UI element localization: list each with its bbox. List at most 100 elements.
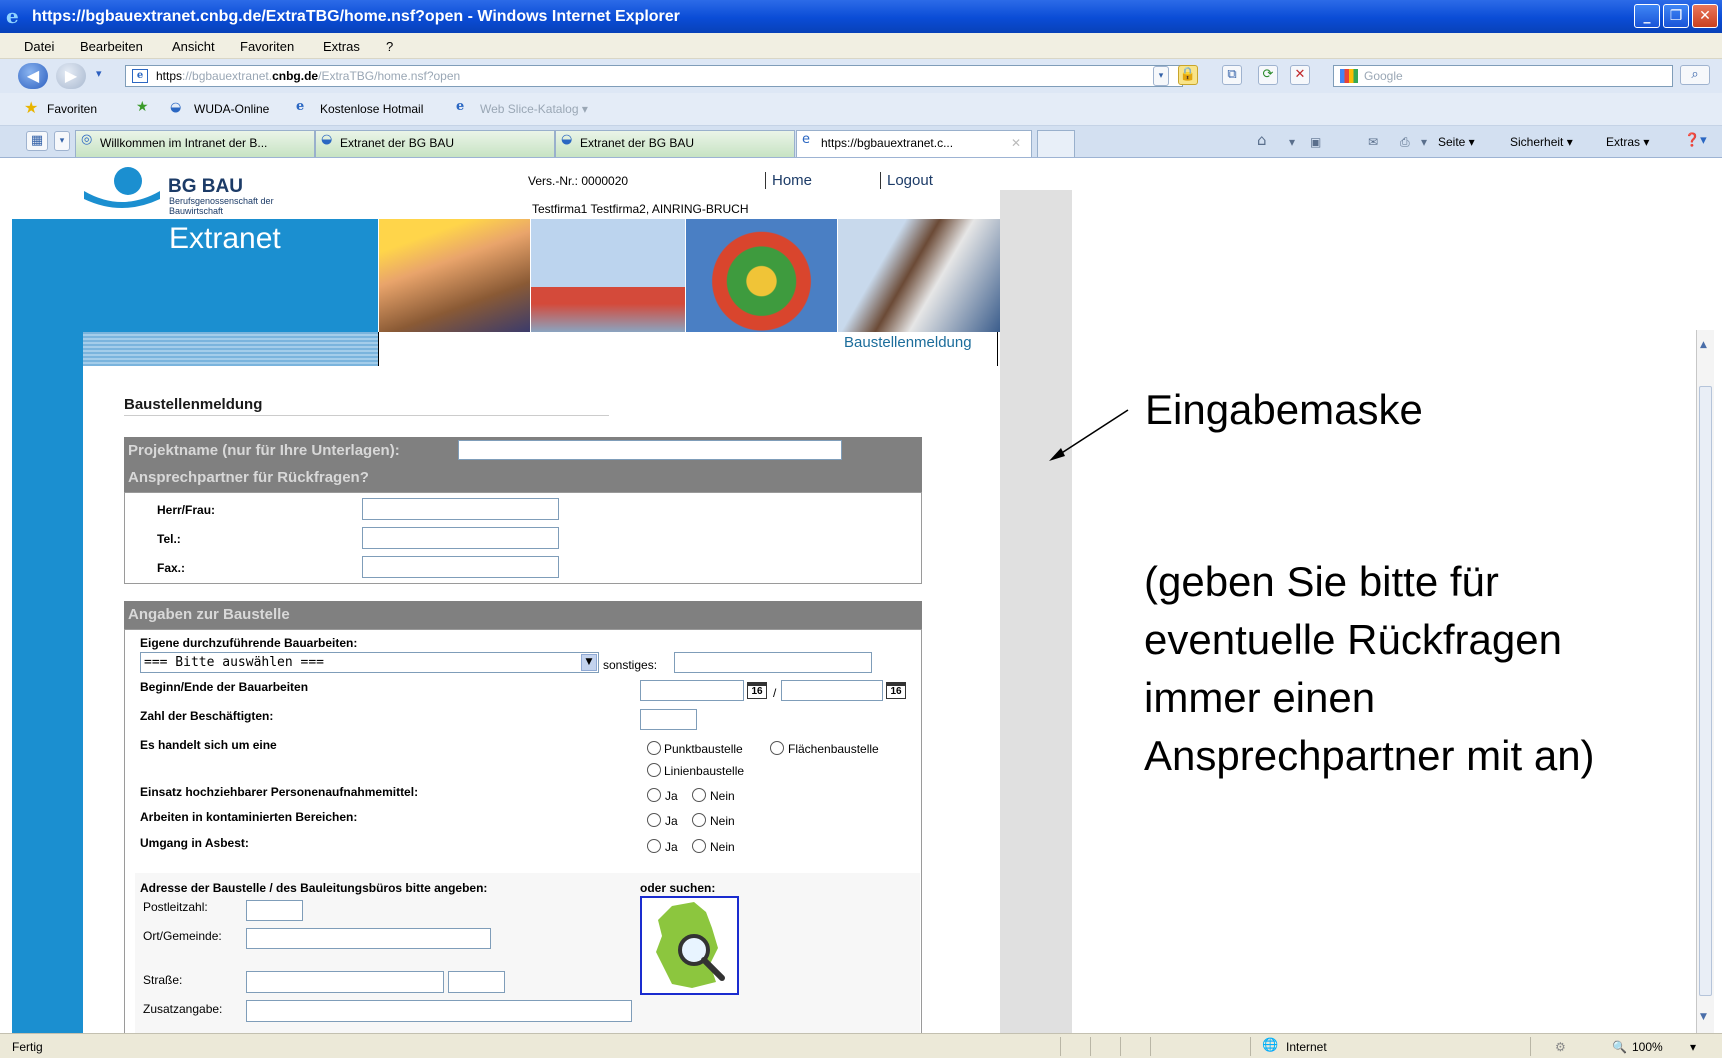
tab-active-bgbauextranet[interactable]: e https://bgbauextranet.c... ✕ <box>796 130 1032 157</box>
fav-wuda-online[interactable]: WUDA-Online <box>194 102 269 116</box>
close-tab-icon[interactable]: ✕ <box>1011 131 1021 156</box>
new-tab-button[interactable] <box>1037 130 1075 157</box>
search-input[interactable]: Google <box>1333 65 1673 87</box>
stop-icon[interactable]: ✕ <box>1290 65 1310 85</box>
radio-einsatz-ja[interactable] <box>647 788 661 802</box>
radio-asbest-nein[interactable] <box>692 839 706 853</box>
fax-label: Fax.: <box>157 561 186 575</box>
project-name-input[interactable] <box>458 440 842 460</box>
kontaminiert-label: Arbeiten in kontaminierten Bereichen: <box>140 810 358 824</box>
scroll-down-icon[interactable]: ▼ <box>1700 1012 1707 1022</box>
address-dropdown-icon[interactable]: ▾ <box>1153 66 1169 86</box>
help-icon[interactable]: ❓▾ <box>1684 133 1707 148</box>
ort-input[interactable] <box>246 928 491 949</box>
webslice-page-icon: e <box>456 99 465 114</box>
menu-datei[interactable]: Datei <box>24 39 54 54</box>
maximize-button[interactable]: ❐ <box>1663 4 1689 28</box>
cmd-extras[interactable]: Extras ▾ <box>1606 135 1649 149</box>
address-input[interactable]: e https://bgbauextranet.cnbg.de/ExtraTBG… <box>125 65 1183 87</box>
eigene-label: Eigene durchzuführende Bauarbeiten: <box>140 636 358 650</box>
menu-help[interactable]: ? <box>386 39 393 54</box>
url-path: /ExtraTBG/home.nsf?open <box>318 69 461 83</box>
favorites-button[interactable]: Favoriten <box>47 102 97 116</box>
radio-kontaminiert-nein[interactable] <box>692 813 706 827</box>
ja-label: Ja <box>665 789 678 803</box>
bauarbeiten-select[interactable]: === Bitte auswählen === ▼ <box>140 652 599 673</box>
annotation-title: Eingabemaske <box>1145 386 1423 433</box>
quick-tabs-icon[interactable]: ▦ <box>26 131 48 151</box>
radio-linienbaustelle[interactable] <box>647 763 661 777</box>
print-icon[interactable]: ⎙ <box>1400 135 1410 150</box>
select-value: === Bitte auswählen === <box>144 655 325 670</box>
add-favorite-icon[interactable]: ★ <box>136 99 149 115</box>
zoom-dropdown-icon[interactable]: ▾ <box>1690 1040 1696 1054</box>
photo-crane <box>530 219 685 332</box>
feeds-icon[interactable]: ▣ <box>1310 135 1321 149</box>
site-header: Angaben zur Baustelle <box>124 601 922 629</box>
cmd-seite[interactable]: Seite ▾ <box>1438 135 1475 149</box>
minimize-button[interactable]: _ <box>1634 4 1660 28</box>
sonstiges-label: sonstiges: <box>603 658 658 672</box>
lock-icon[interactable]: 🔒 <box>1178 65 1198 85</box>
back-button[interactable]: ◀ <box>18 63 48 89</box>
logout-link[interactable]: Logout <box>880 172 933 189</box>
menu-favoriten[interactable]: Favoriten <box>240 39 294 54</box>
menu-ansicht[interactable]: Ansicht <box>172 39 215 54</box>
forward-button[interactable]: ▶ <box>56 63 86 89</box>
print-dropdown-icon[interactable]: ▾ <box>1421 135 1427 149</box>
zoom-level[interactable]: 100% <box>1632 1040 1663 1054</box>
fav-web-slice[interactable]: Web Slice-Katalog ▾ <box>480 102 588 116</box>
versicherungsnummer: Vers.-Nr.: 0000020 <box>528 174 629 188</box>
protected-mode-icon[interactable]: ⚙ <box>1555 1040 1566 1054</box>
history-dropdown-icon[interactable]: ▾ <box>96 67 102 80</box>
asbest-label: Umgang in Asbest: <box>140 836 249 850</box>
vertical-scrollbar[interactable]: ▲ ▼ <box>1696 330 1714 1033</box>
tab-list-icon[interactable]: ▾ <box>54 131 70 151</box>
fax-input[interactable] <box>362 556 559 578</box>
tab-extranet-1[interactable]: ◒ Extranet der BG BAU <box>315 130 555 157</box>
herr-frau-input[interactable] <box>362 498 559 520</box>
compatibility-icon[interactable]: ⧉ <box>1222 65 1242 85</box>
divider <box>1530 1037 1531 1056</box>
home-icon[interactable]: ⌂ <box>1257 131 1267 149</box>
baustellenmeldung-link[interactable]: Baustellenmeldung <box>844 334 972 351</box>
radio-einsatz-nein[interactable] <box>692 788 706 802</box>
calendar-icon[interactable]: 16 <box>747 682 767 699</box>
tab-extranet-2[interactable]: ◒ Extranet der BG BAU <box>555 130 795 157</box>
home-link[interactable]: Home <box>765 172 812 189</box>
radio-asbest-ja[interactable] <box>647 839 661 853</box>
menu-extras[interactable]: Extras <box>323 39 360 54</box>
favorites-bar: ★ Favoriten ★ ◒ WUDA-Online e Kostenlose… <box>0 93 1722 126</box>
plz-input[interactable] <box>246 900 303 921</box>
sonstiges-input[interactable] <box>674 652 872 673</box>
herr-frau-label: Herr/Frau: <box>157 503 216 517</box>
tel-input[interactable] <box>362 527 559 549</box>
beginn-date-input[interactable] <box>640 680 744 701</box>
mail-icon[interactable]: ✉ <box>1368 135 1378 149</box>
tab-intranet[interactable]: ◎ Willkommen im Intranet der B... <box>75 130 315 157</box>
search-placeholder: Google <box>1364 69 1403 83</box>
map-search-button[interactable] <box>640 896 739 995</box>
extranet-banner: Extranet <box>83 219 378 332</box>
refresh-icon[interactable]: ⟳ <box>1258 65 1278 85</box>
cmd-sicherheit[interactable]: Sicherheit ▾ <box>1510 135 1573 149</box>
url-scheme: https <box>156 69 183 83</box>
fav-hotmail[interactable]: Kostenlose Hotmail <box>320 102 423 116</box>
home-dropdown-icon[interactable]: ▾ <box>1289 135 1295 149</box>
search-icon[interactable]: ⌕ <box>1680 65 1710 85</box>
page-icon: e <box>132 69 148 83</box>
hausnummer-input[interactable] <box>448 971 505 993</box>
bgbau-tab-icon: ◒ <box>321 132 333 147</box>
radio-punktbaustelle[interactable] <box>647 741 661 755</box>
menu-bearbeiten[interactable]: Bearbeiten <box>80 39 143 54</box>
scrollbar-thumb[interactable] <box>1699 386 1712 996</box>
radio-flaechenbaustelle[interactable] <box>770 741 784 755</box>
radio-kontaminiert-ja[interactable] <box>647 813 661 827</box>
strasse-input[interactable] <box>246 971 444 993</box>
zusatz-input[interactable] <box>246 1000 632 1022</box>
close-button[interactable]: ✕ <box>1692 4 1718 28</box>
scroll-up-icon[interactable]: ▲ <box>1700 340 1707 350</box>
beschaeftigte-input[interactable] <box>640 709 697 730</box>
ende-date-input[interactable] <box>781 680 883 701</box>
calendar-icon[interactable]: 16 <box>886 682 906 699</box>
